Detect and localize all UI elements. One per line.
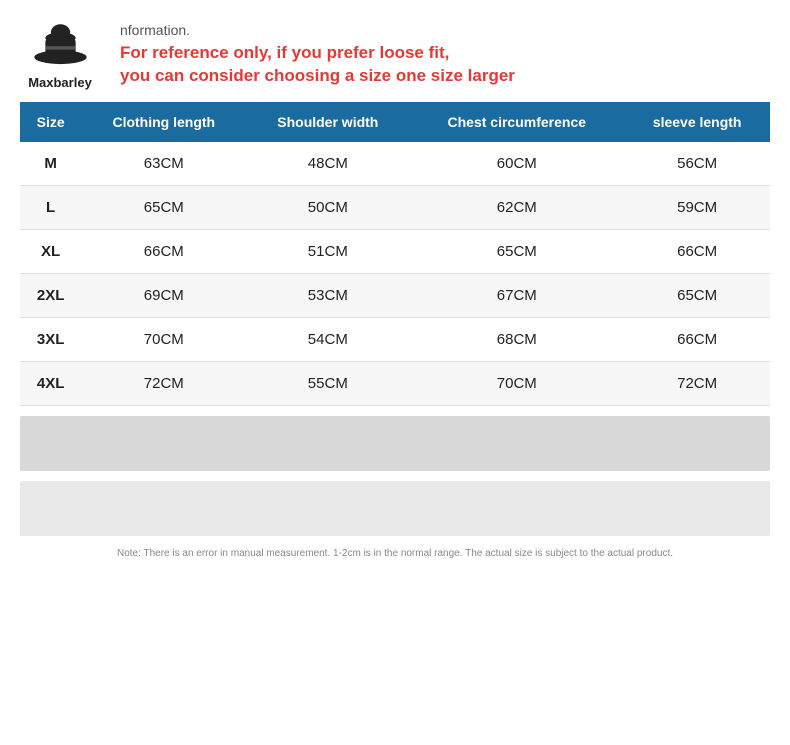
col-header-chest: Chest circumference — [409, 102, 624, 142]
header-note-line1: For reference only, if you prefer loose … — [120, 43, 449, 62]
footer-section: Note: There is an error in manual measur… — [0, 416, 790, 561]
size-cell: 4XL — [20, 362, 81, 406]
data-cell: 65CM — [81, 186, 246, 230]
data-cell: 68CM — [409, 318, 624, 362]
data-cell: 60CM — [409, 142, 624, 186]
table-row: M63CM48CM60CM56CM — [20, 142, 770, 186]
data-cell: 70CM — [409, 362, 624, 406]
brand-name: Maxbarley — [28, 75, 92, 90]
table-header-row: Size Clothing length Shoulder width Ches… — [20, 102, 770, 142]
grey-bar-top — [20, 416, 770, 471]
size-cell: 3XL — [20, 318, 81, 362]
data-cell: 67CM — [409, 274, 624, 318]
logo-area: Maxbarley — [20, 18, 100, 90]
data-cell: 63CM — [81, 142, 246, 186]
note-text: Note: There is an error in manual measur… — [20, 546, 770, 561]
header-text-area: nformation. For reference only, if you p… — [120, 18, 515, 88]
table-row: 2XL69CM53CM67CM65CM — [20, 274, 770, 318]
data-cell: 70CM — [81, 318, 246, 362]
size-table-container: Size Clothing length Shoulder width Ches… — [0, 102, 790, 406]
data-cell: 65CM — [624, 274, 770, 318]
data-cell: 48CM — [246, 142, 409, 186]
data-cell: 50CM — [246, 186, 409, 230]
data-cell: 65CM — [409, 230, 624, 274]
size-cell: L — [20, 186, 81, 230]
col-header-sleeve: sleeve length — [624, 102, 770, 142]
col-header-clothing-length: Clothing length — [81, 102, 246, 142]
table-row: XL66CM51CM65CM66CM — [20, 230, 770, 274]
data-cell: 72CM — [81, 362, 246, 406]
data-cell: 72CM — [624, 362, 770, 406]
col-header-size: Size — [20, 102, 81, 142]
header-note: For reference only, if you prefer loose … — [120, 42, 515, 88]
data-cell: 59CM — [624, 186, 770, 230]
page-wrapper: Maxbarley nformation. For reference only… — [0, 0, 790, 745]
data-cell: 66CM — [624, 230, 770, 274]
header: Maxbarley nformation. For reference only… — [0, 0, 790, 100]
data-cell: 66CM — [81, 230, 246, 274]
size-cell: 2XL — [20, 274, 81, 318]
table-row: L65CM50CM62CM59CM — [20, 186, 770, 230]
data-cell: 69CM — [81, 274, 246, 318]
data-cell: 53CM — [246, 274, 409, 318]
grey-bar-bottom — [20, 481, 770, 536]
size-cell: M — [20, 142, 81, 186]
brand-logo-icon — [33, 18, 88, 73]
col-header-shoulder-width: Shoulder width — [246, 102, 409, 142]
header-sub-text: nformation. — [120, 22, 515, 38]
header-note-line2: you can consider choosing a size one siz… — [120, 66, 515, 85]
size-table: Size Clothing length Shoulder width Ches… — [20, 102, 770, 406]
data-cell: 66CM — [624, 318, 770, 362]
data-cell: 62CM — [409, 186, 624, 230]
data-cell: 55CM — [246, 362, 409, 406]
table-row: 3XL70CM54CM68CM66CM — [20, 318, 770, 362]
data-cell: 54CM — [246, 318, 409, 362]
table-row: 4XL72CM55CM70CM72CM — [20, 362, 770, 406]
data-cell: 51CM — [246, 230, 409, 274]
data-cell: 56CM — [624, 142, 770, 186]
size-cell: XL — [20, 230, 81, 274]
